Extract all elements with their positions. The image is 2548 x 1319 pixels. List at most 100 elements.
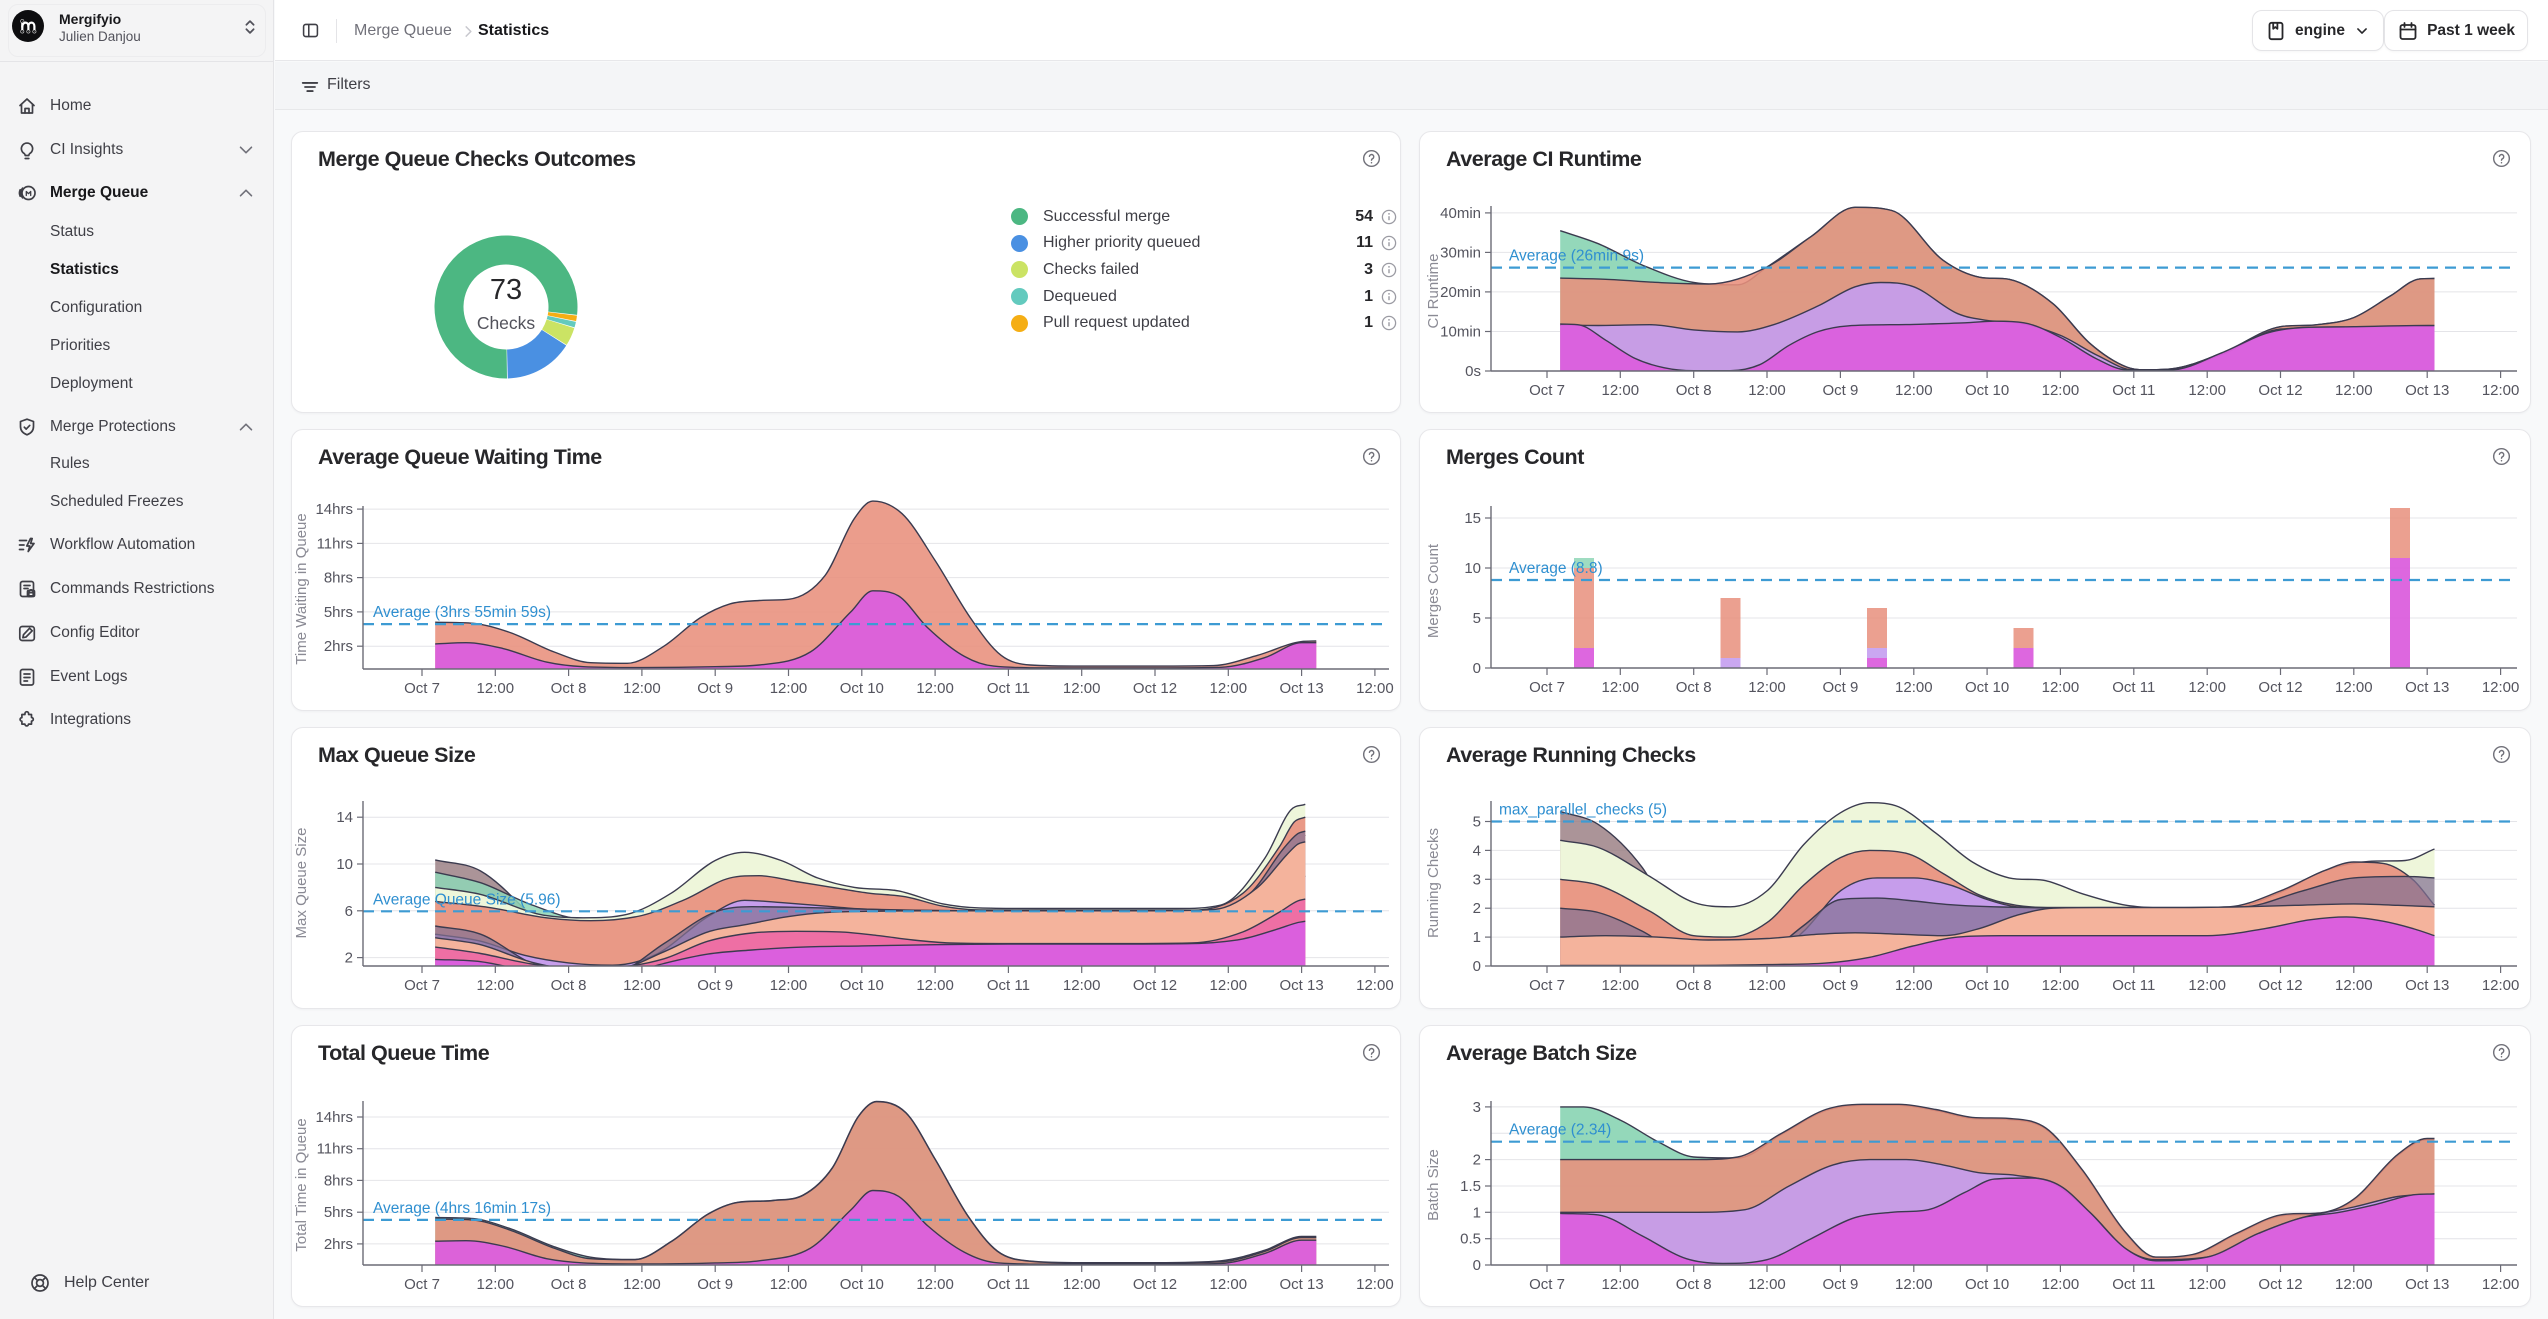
svg-text:Oct 10: Oct 10 [840, 680, 884, 697]
svg-text:12:00: 12:00 [1602, 679, 1640, 696]
svg-text:Average (3hrs 55min 59s): Average (3hrs 55min 59s) [373, 604, 551, 621]
svg-text:Total Time in Queue: Total Time in Queue [293, 1118, 310, 1251]
svg-text:Oct 8: Oct 8 [1676, 382, 1712, 399]
svg-text:Oct 8: Oct 8 [551, 977, 587, 994]
svg-text:Oct 7: Oct 7 [1529, 679, 1565, 696]
svg-text:10min: 10min [1440, 324, 1481, 341]
svg-text:12:00: 12:00 [1356, 1276, 1394, 1293]
svg-text:Oct 9: Oct 9 [697, 977, 733, 994]
svg-text:12:00: 12:00 [2042, 382, 2080, 399]
svg-text:0: 0 [1473, 660, 1481, 677]
svg-text:Oct 12: Oct 12 [1133, 1276, 1177, 1293]
svg-text:Average (2.34): Average (2.34) [1509, 1122, 1611, 1139]
svg-text:11hrs: 11hrs [317, 535, 353, 552]
svg-text:Oct 8: Oct 8 [551, 1276, 587, 1293]
svg-text:Oct 10: Oct 10 [1965, 679, 2009, 696]
svg-text:Oct 9: Oct 9 [1822, 977, 1858, 994]
svg-text:5: 5 [1473, 814, 1481, 831]
svg-text:12:00: 12:00 [770, 680, 808, 697]
svg-text:Oct 7: Oct 7 [404, 680, 440, 697]
svg-text:Oct 11: Oct 11 [987, 977, 1030, 994]
svg-text:Oct 10: Oct 10 [1965, 382, 2009, 399]
svg-text:12:00: 12:00 [1602, 382, 1640, 399]
svg-text:Oct 12: Oct 12 [2258, 977, 2302, 994]
svg-text:12:00: 12:00 [2042, 679, 2080, 696]
svg-text:12:00: 12:00 [1356, 680, 1394, 697]
svg-text:12:00: 12:00 [2482, 382, 2520, 399]
svg-text:Max Queue Size: Max Queue Size [293, 828, 310, 939]
svg-text:12:00: 12:00 [2335, 1276, 2373, 1293]
svg-text:Oct 9: Oct 9 [697, 680, 733, 697]
svg-text:12:00: 12:00 [1602, 977, 1640, 994]
svg-text:Oct 12: Oct 12 [1133, 680, 1177, 697]
svg-text:Oct 7: Oct 7 [1529, 1276, 1565, 1293]
svg-text:12:00: 12:00 [770, 1276, 808, 1293]
svg-text:14hrs: 14hrs [315, 501, 353, 518]
svg-text:5hrs: 5hrs [324, 604, 353, 621]
svg-text:12:00: 12:00 [477, 680, 515, 697]
svg-text:Average Queue Size (5.96): Average Queue Size (5.96) [373, 891, 561, 908]
svg-text:Oct 8: Oct 8 [1676, 679, 1712, 696]
svg-text:Oct 9: Oct 9 [1822, 1276, 1858, 1293]
svg-text:Oct 7: Oct 7 [404, 1276, 440, 1293]
svg-text:Oct 12: Oct 12 [2258, 382, 2302, 399]
svg-text:5: 5 [1473, 610, 1481, 627]
svg-text:Oct 7: Oct 7 [404, 977, 440, 994]
svg-text:Running Checks: Running Checks [1425, 828, 1442, 938]
svg-text:Oct 12: Oct 12 [2258, 1276, 2302, 1293]
svg-text:Oct 13: Oct 13 [2405, 1276, 2449, 1293]
svg-text:10: 10 [336, 856, 353, 873]
svg-text:12:00: 12:00 [623, 977, 661, 994]
svg-text:8hrs: 8hrs [324, 1172, 353, 1189]
svg-text:12:00: 12:00 [1748, 1276, 1786, 1293]
svg-text:12:00: 12:00 [1210, 1276, 1248, 1293]
svg-text:12:00: 12:00 [1210, 680, 1248, 697]
svg-text:Oct 12: Oct 12 [1133, 977, 1177, 994]
svg-text:Oct 13: Oct 13 [1280, 680, 1324, 697]
svg-text:12:00: 12:00 [1356, 977, 1394, 994]
svg-text:12:00: 12:00 [1602, 1276, 1640, 1293]
svg-text:5hrs: 5hrs [324, 1204, 353, 1221]
svg-text:2hrs: 2hrs [324, 638, 353, 655]
svg-text:12:00: 12:00 [2188, 1276, 2226, 1293]
svg-text:1: 1 [1473, 1204, 1481, 1221]
svg-text:12:00: 12:00 [2335, 977, 2373, 994]
svg-text:1: 1 [1473, 929, 1481, 946]
svg-text:12:00: 12:00 [1748, 977, 1786, 994]
svg-text:Average (26min 9s): Average (26min 9s) [1509, 248, 1644, 265]
svg-text:4: 4 [1473, 842, 1481, 859]
svg-text:Checks: Checks [477, 313, 536, 333]
svg-text:Average (4hrs 16min 17s): Average (4hrs 16min 17s) [373, 1200, 551, 1217]
svg-text:Oct 11: Oct 11 [2112, 1276, 2155, 1293]
svg-text:CI Runtime: CI Runtime [1425, 253, 1442, 328]
svg-text:Oct 9: Oct 9 [697, 1276, 733, 1293]
svg-text:Oct 7: Oct 7 [1529, 382, 1565, 399]
svg-text:30min: 30min [1440, 244, 1481, 261]
svg-text:0: 0 [1473, 1257, 1481, 1274]
svg-text:Oct 13: Oct 13 [2405, 382, 2449, 399]
svg-text:12:00: 12:00 [1895, 1276, 1933, 1293]
svg-text:Oct 11: Oct 11 [2112, 679, 2155, 696]
svg-text:12:00: 12:00 [2188, 679, 2226, 696]
svg-text:Oct 8: Oct 8 [1676, 977, 1712, 994]
svg-text:3: 3 [1473, 1099, 1481, 1116]
svg-text:Oct 8: Oct 8 [551, 680, 587, 697]
svg-text:12:00: 12:00 [1210, 977, 1248, 994]
svg-text:12:00: 12:00 [2482, 977, 2520, 994]
svg-text:12:00: 12:00 [1748, 679, 1786, 696]
svg-text:Oct 10: Oct 10 [840, 1276, 884, 1293]
svg-text:Time Waiting in Queue: Time Waiting in Queue [293, 513, 310, 664]
svg-text:12:00: 12:00 [1895, 679, 1933, 696]
svg-text:14: 14 [336, 809, 353, 826]
svg-text:Oct 13: Oct 13 [1280, 1276, 1324, 1293]
svg-text:2: 2 [345, 950, 353, 967]
svg-text:12:00: 12:00 [916, 1276, 954, 1293]
svg-text:12:00: 12:00 [477, 977, 515, 994]
svg-text:2: 2 [1473, 900, 1481, 917]
svg-text:40min: 40min [1440, 205, 1481, 222]
svg-text:12:00: 12:00 [623, 1276, 661, 1293]
svg-text:Oct 13: Oct 13 [1280, 977, 1324, 994]
svg-text:12:00: 12:00 [2188, 977, 2226, 994]
svg-text:12:00: 12:00 [1895, 382, 1933, 399]
svg-text:Oct 10: Oct 10 [1965, 977, 2009, 994]
